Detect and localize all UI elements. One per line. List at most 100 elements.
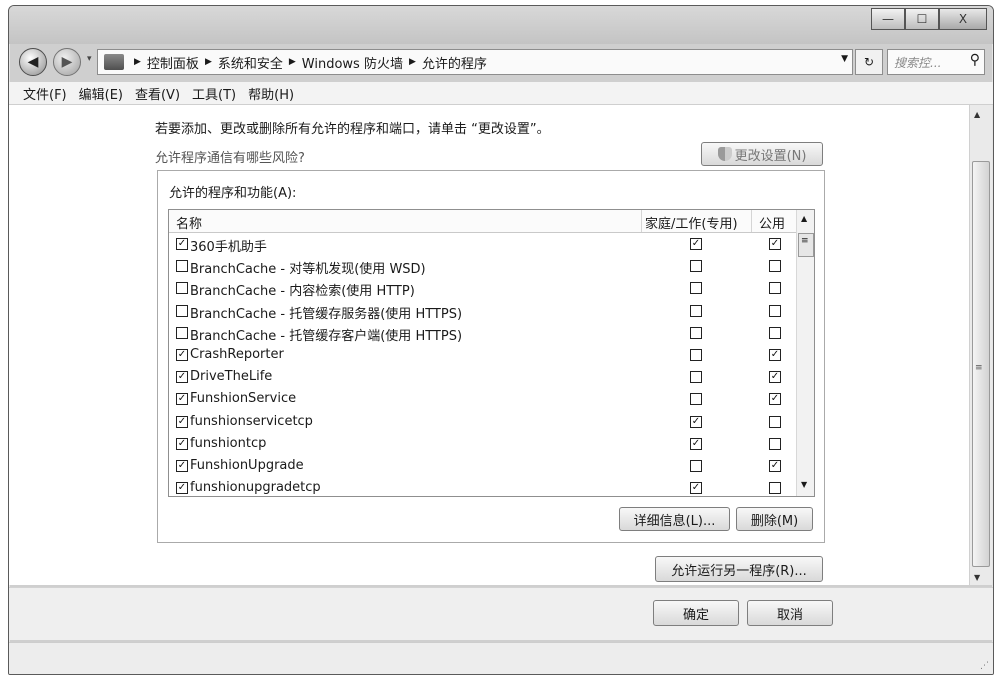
program-enabled-checkbox[interactable]: ✓	[176, 437, 188, 450]
program-name: funshionservicetcp	[190, 413, 313, 429]
public-checkbox[interactable]: ✓	[769, 371, 781, 384]
home-work-checkbox[interactable]: ✓	[690, 415, 702, 428]
program-enabled-checkbox[interactable]	[176, 260, 188, 273]
back-button[interactable]: ◀	[19, 48, 47, 76]
search-input[interactable]: 搜索控... ⚲	[887, 49, 985, 75]
scroll-up-icon[interactable]: ▲	[801, 214, 807, 223]
program-enabled-checkbox[interactable]: ✓	[176, 415, 188, 428]
home-work-checkbox[interactable]	[690, 326, 702, 339]
home-work-checkbox[interactable]	[690, 282, 702, 295]
cancel-button[interactable]: 取消	[747, 600, 833, 626]
table-row[interactable]: BranchCache - 对等机发现(使用 WSD)	[169, 255, 796, 277]
change-settings-button[interactable]: 更改设置(N)	[701, 142, 823, 166]
ok-button[interactable]: 确定	[653, 600, 739, 626]
scroll-down-icon[interactable]: ▼	[974, 573, 980, 582]
home-work-checkbox[interactable]	[690, 260, 702, 273]
public-checkbox[interactable]	[769, 304, 781, 317]
navigation-bar: ◀ ▶ ▾ ▶ 控制面板 ▶ 系统和安全 ▶ Windows 防火墙 ▶ 允许的…	[9, 46, 993, 78]
menu-file[interactable]: 文件(F)	[23, 84, 67, 103]
breadcrumb-item[interactable]: 系统和安全	[218, 53, 283, 72]
breadcrumb-item[interactable]: 控制面板	[147, 53, 199, 72]
home-work-checkbox[interactable]: ✓	[690, 238, 702, 250]
details-button[interactable]: 详细信息(L)...	[619, 507, 730, 531]
breadcrumb-item[interactable]: Windows 防火墙	[302, 53, 403, 72]
table-row[interactable]: BranchCache - 托管缓存客户端(使用 HTTPS)	[169, 322, 796, 344]
public-checkbox[interactable]: ✓	[769, 349, 781, 361]
menu-view[interactable]: 查看(V)	[135, 84, 180, 103]
public-checkbox[interactable]: ✓	[769, 460, 781, 472]
column-header-public[interactable]: 公用	[759, 213, 785, 232]
program-enabled-checkbox[interactable]: ✓	[176, 349, 188, 361]
table-row[interactable]: ✓ funshionupgradetcp ✓	[169, 477, 796, 496]
program-name: FunshionService	[190, 391, 297, 407]
menu-help[interactable]: 帮助(H)	[248, 84, 294, 103]
program-enabled-checkbox[interactable]: ✓	[176, 371, 188, 384]
table-row[interactable]: ✓ 360手机助手 ✓ ✓	[169, 233, 796, 255]
resize-grip-icon[interactable]: ⋰	[980, 661, 989, 671]
program-enabled-checkbox[interactable]	[176, 326, 188, 339]
program-enabled-checkbox[interactable]: ✓	[176, 393, 188, 406]
table-row[interactable]: ✓ DriveTheLife ✓	[169, 366, 796, 388]
public-checkbox[interactable]	[769, 326, 781, 339]
minimize-button[interactable]: —	[871, 8, 905, 30]
column-header-home[interactable]: 家庭/工作(专用)	[645, 213, 738, 232]
page-scrollbar[interactable]: ▲ ≡ ▼	[969, 105, 992, 585]
program-name: funshionupgradetcp	[190, 480, 321, 496]
risk-link[interactable]: 允许程序通信有哪些风险?	[155, 147, 305, 166]
public-checkbox[interactable]	[769, 437, 781, 450]
column-header-name[interactable]: 名称	[176, 213, 202, 232]
title-bar: — ☐ X	[9, 6, 993, 44]
group-label: 允许的程序和功能(A):	[169, 186, 297, 201]
home-work-checkbox[interactable]: ✓	[690, 437, 702, 450]
address-bar[interactable]: ▶ 控制面板 ▶ 系统和安全 ▶ Windows 防火墙 ▶ 允许的程序 ▼	[97, 49, 853, 75]
public-checkbox[interactable]: ✓	[769, 238, 781, 250]
shield-icon	[717, 147, 732, 161]
main-content: 若要添加、更改或删除所有允许的程序和端口，请单击 “更改设置”。 允许程序通信有…	[9, 105, 969, 585]
scroll-up-icon[interactable]: ▲	[974, 110, 980, 119]
grip-icon: ≡	[975, 363, 983, 373]
programs-list[interactable]: 名称 家庭/工作(专用) 公用 ✓ 360手机助手 ✓ ✓ BranchCache - …	[168, 209, 815, 497]
program-enabled-checkbox[interactable]: ✓	[176, 460, 188, 472]
allow-another-program-button[interactable]: 允许运行另一程序(R)...	[655, 556, 823, 582]
table-row[interactable]: BranchCache - 托管缓存服务器(使用 HTTPS)	[169, 300, 796, 322]
table-row[interactable]: ✓ funshionservicetcp ✓	[169, 411, 796, 433]
public-checkbox[interactable]	[769, 482, 781, 495]
program-enabled-checkbox[interactable]	[176, 282, 188, 295]
refresh-button[interactable]: ↻	[855, 49, 883, 75]
list-scrollbar[interactable]: ▲ ≡ ▼	[796, 210, 814, 496]
program-enabled-checkbox[interactable]	[176, 304, 188, 317]
table-row[interactable]: BranchCache - 内容检索(使用 HTTP)	[169, 277, 796, 299]
table-row[interactable]: ✓ FunshionUpgrade ✓	[169, 455, 796, 477]
recent-pages-dropdown[interactable]: ▾	[87, 54, 92, 64]
menu-tools[interactable]: 工具(T)	[192, 84, 236, 103]
chevron-down-icon[interactable]: ▼	[841, 54, 848, 64]
home-work-checkbox[interactable]	[690, 393, 702, 406]
public-checkbox[interactable]: ✓	[769, 393, 781, 406]
caption-buttons: — ☐ X	[871, 8, 987, 30]
program-name: 360手机助手	[190, 240, 267, 255]
home-work-checkbox[interactable]	[690, 371, 702, 384]
search-icon[interactable]: ⚲	[970, 52, 980, 68]
public-checkbox[interactable]	[769, 282, 781, 295]
menu-edit[interactable]: 编辑(E)	[79, 84, 123, 103]
program-name: DriveTheLife	[190, 369, 273, 385]
home-work-checkbox[interactable]: ✓	[690, 482, 702, 495]
breadcrumb-item[interactable]: 允许的程序	[422, 53, 487, 72]
forward-button[interactable]: ▶	[53, 48, 81, 76]
scroll-down-icon[interactable]: ▼	[801, 480, 807, 489]
instruction-text: 若要添加、更改或删除所有允许的程序和端口，请单击 “更改设置”。	[155, 122, 550, 137]
maximize-button[interactable]: ☐	[905, 8, 939, 30]
home-work-checkbox[interactable]	[690, 349, 702, 361]
public-checkbox[interactable]	[769, 260, 781, 273]
close-button[interactable]: X	[939, 8, 987, 30]
home-work-checkbox[interactable]	[690, 460, 702, 472]
table-row[interactable]: ✓ FunshionService ✓	[169, 388, 796, 410]
program-enabled-checkbox[interactable]: ✓	[176, 482, 188, 495]
table-row[interactable]: ✓ funshiontcp ✓	[169, 433, 796, 455]
remove-button[interactable]: 删除(M)	[736, 507, 813, 531]
public-checkbox[interactable]	[769, 415, 781, 428]
home-work-checkbox[interactable]	[690, 304, 702, 317]
table-row[interactable]: ✓ CrashReporter ✓	[169, 344, 796, 366]
program-enabled-checkbox[interactable]: ✓	[176, 238, 188, 250]
grip-icon: ≡	[801, 236, 809, 246]
